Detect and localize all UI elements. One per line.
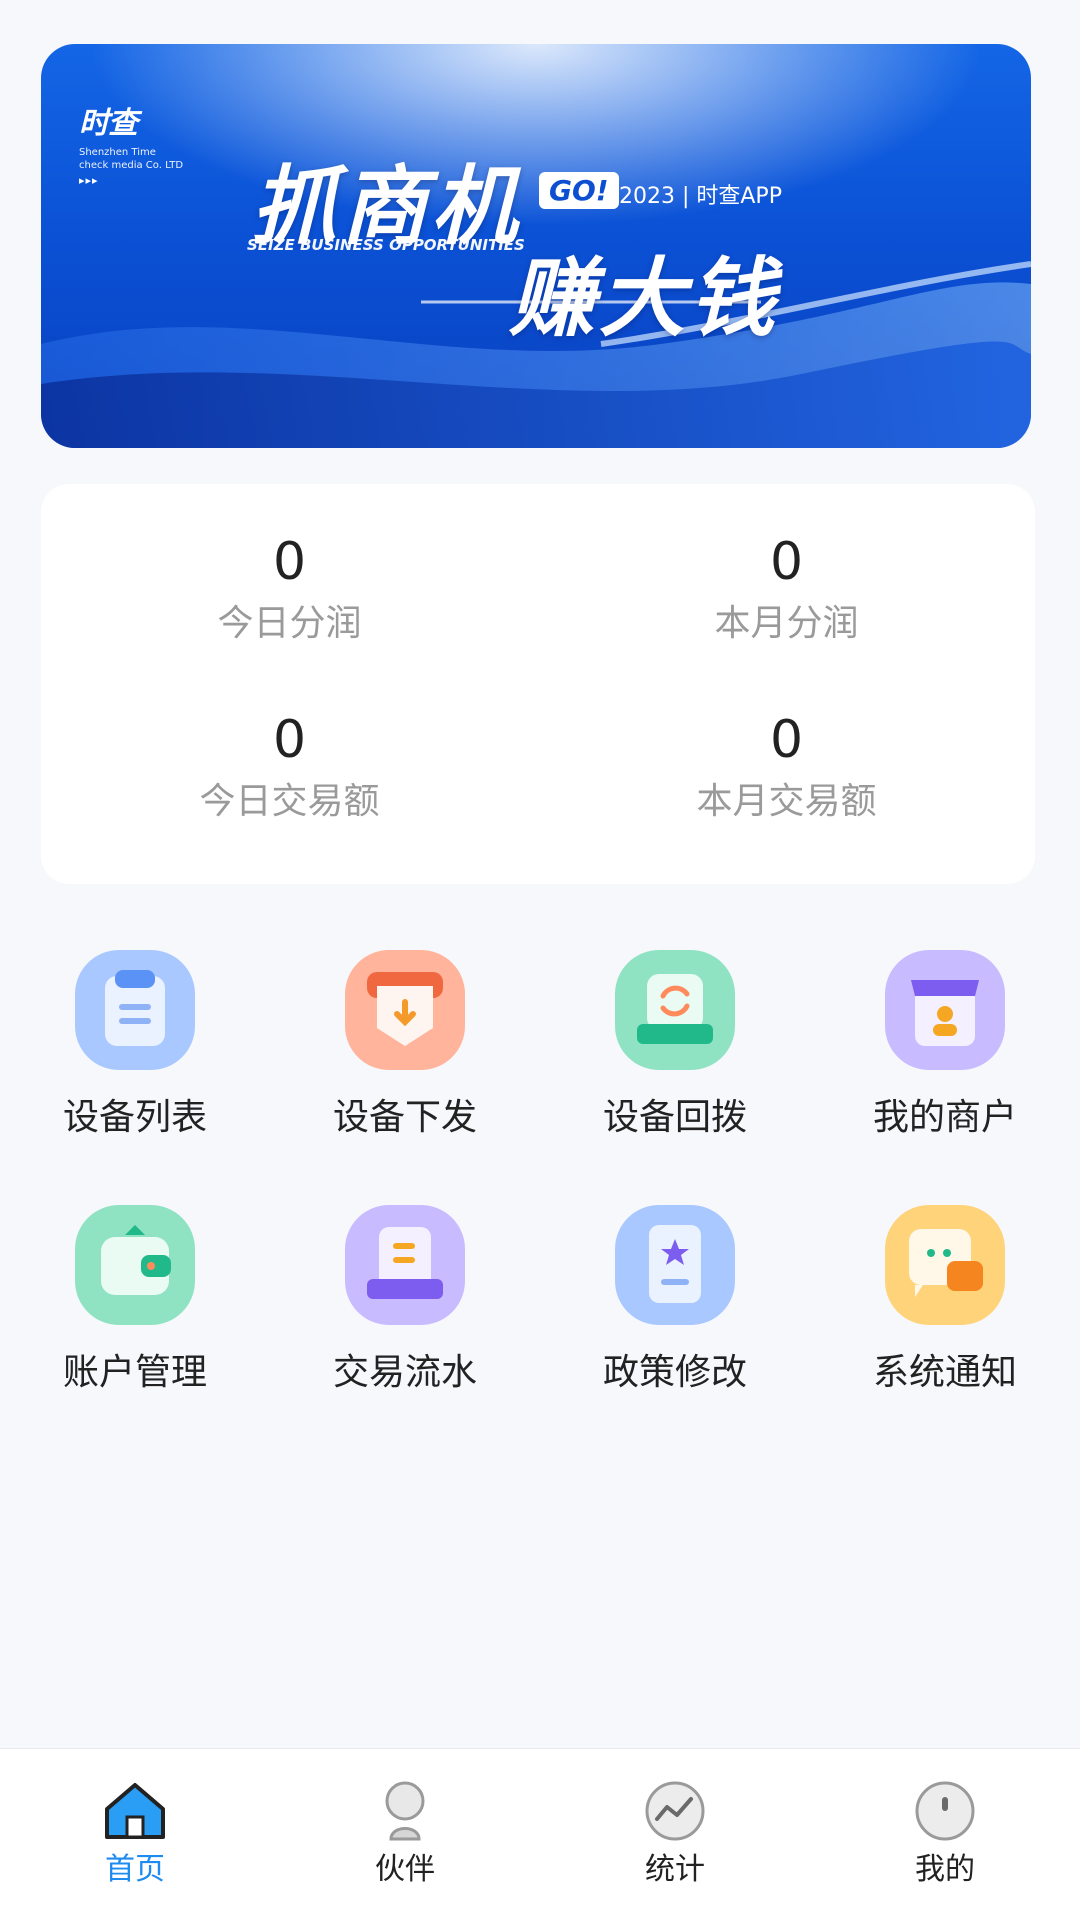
tab-home[interactable]: 首页 [0,1749,270,1921]
menu-label: 设备列表 [62,1097,207,1138]
bottom-tab-bar: 首页 伙伴 统计 我的 [0,1748,1080,1921]
policy-book-icon [615,1205,735,1325]
menu-label: 我的商户 [872,1097,1017,1138]
banner-logo: 时查 Shenzhen Time check media Co. LTD ▸▸▸ [79,98,219,187]
statistics-icon [639,1775,711,1847]
arrows-decoration: ▸▸▸ [79,174,99,187]
partner-icon [369,1775,441,1847]
menu-policy-edit[interactable]: 政策修改 [540,1205,810,1395]
stat-label: 今日交易额 [199,781,380,822]
menu-device-recall[interactable]: 设备回拨 [540,950,810,1140]
tab-label: 首页 [105,1852,165,1887]
menu-transaction-flow[interactable]: 交易流水 [270,1205,540,1395]
go-badge: GO! [539,172,619,209]
menu-label: 设备回拨 [602,1097,747,1138]
tab-label: 伙伴 [375,1852,435,1887]
menu-account-management[interactable]: 账户管理 [0,1205,270,1395]
wallet-icon [75,1205,195,1325]
banner-headline-2: 赚大钱 [509,249,779,349]
chat-bubble-icon [885,1205,1005,1325]
tab-profile[interactable]: 我的 [810,1749,1080,1921]
stat-value: 0 [272,532,307,592]
tab-statistics[interactable]: 统计 [540,1749,810,1921]
banner-year-app: 2023 | 时查APP [619,184,782,209]
stat-label: 本月交易额 [696,781,877,822]
stat-label: 本月分润 [714,603,859,644]
clipboard-icon [75,950,195,1070]
promo-banner[interactable]: 时查 Shenzhen Time check media Co. LTD ▸▸▸… [41,44,1031,448]
stat-value: 0 [272,710,307,770]
stat-label: 今日分润 [217,603,362,644]
stat-month-profit[interactable]: 0 本月分润 [538,532,1035,646]
menu-label: 设备下发 [332,1097,477,1138]
stat-month-volume[interactable]: 0 本月交易额 [538,710,1035,824]
receipt-icon [345,1205,465,1325]
swap-device-icon [615,950,735,1070]
menu-label: 政策修改 [602,1352,747,1393]
stat-value: 0 [769,532,804,592]
profile-icon [909,1775,981,1847]
tab-label: 统计 [645,1852,705,1887]
menu-device-list[interactable]: 设备列表 [0,950,270,1140]
menu-system-notice[interactable]: 系统通知 [810,1205,1080,1395]
storefront-icon [885,950,1005,1070]
tab-partner[interactable]: 伙伴 [270,1749,540,1921]
stat-today-profit[interactable]: 0 今日分润 [41,532,538,646]
home-icon [99,1775,171,1847]
menu-label: 交易流水 [332,1352,477,1393]
company-line-1: Shenzhen Time [79,147,156,158]
tab-label: 我的 [915,1852,975,1887]
company-name: Shenzhen Time check media Co. LTD [79,146,219,172]
stat-today-volume[interactable]: 0 今日交易额 [41,710,538,824]
menu-label: 系统通知 [872,1352,1017,1393]
menu-label: 账户管理 [62,1352,207,1393]
logo-mark: 时查 [79,106,138,141]
company-line-2: check media Co. LTD [79,160,184,171]
download-tray-icon [345,950,465,1070]
menu-my-merchants[interactable]: 我的商户 [810,950,1080,1140]
banner-slogan-en: SEIZE BUSINESS OPPORTUNITIES [247,236,525,254]
stat-value: 0 [769,710,804,770]
stats-card: 0 今日分润 0 本月分润 0 今日交易额 0 本月交易额 [41,484,1035,884]
menu-device-dispatch[interactable]: 设备下发 [270,950,540,1140]
